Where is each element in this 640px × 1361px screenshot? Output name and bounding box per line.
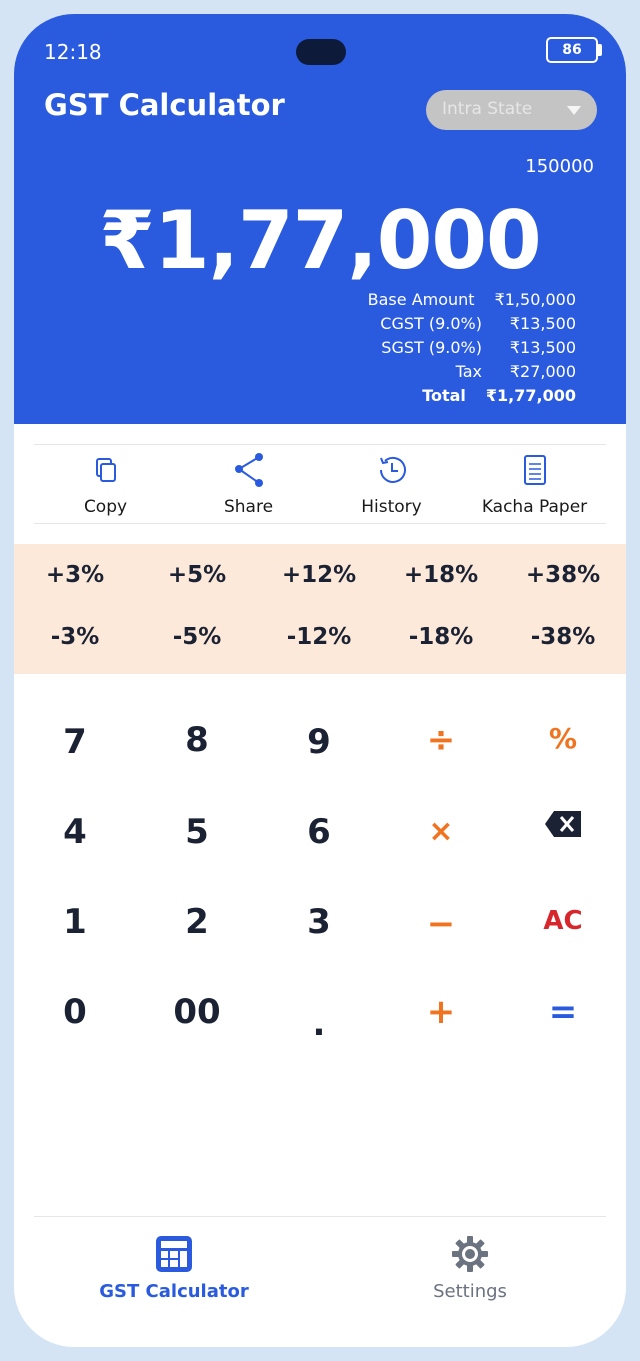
percent-sub-button[interactable]: -38% (502, 624, 624, 650)
key-1[interactable]: 1 (14, 902, 136, 942)
history-label: History (361, 497, 422, 517)
share-icon (234, 453, 263, 487)
breakdown-row-cgst: CGST (9.0%) ₹13,500 (368, 312, 576, 336)
breakdown-row-sgst: SGST (9.0%) ₹13,500 (368, 336, 576, 360)
chevron-down-icon (567, 106, 581, 115)
breakdown-value: ₹1,77,000 (485, 386, 576, 405)
key-5[interactable]: 5 (136, 812, 258, 852)
copy-button[interactable]: Copy (34, 445, 177, 523)
breakdown-label: Total (422, 386, 466, 405)
tab-label: GST Calculator (99, 1281, 249, 1302)
breakdown-label: Base Amount (367, 290, 475, 309)
tax-breakdown: Base Amount ₹1,50,000 CGST (9.0%) ₹13,50… (368, 288, 576, 408)
copy-icon (95, 458, 116, 482)
percent-add-button[interactable]: +38% (502, 562, 624, 588)
backspace-icon (545, 811, 581, 837)
add-button[interactable]: + (380, 992, 502, 1032)
history-icon (379, 456, 406, 483)
breakdown-row-tax: Tax ₹27,000 (368, 360, 576, 384)
percent-sub-button[interactable]: -5% (136, 624, 258, 650)
key-4[interactable]: 4 (14, 812, 136, 852)
equals-button[interactable]: = (502, 992, 624, 1032)
percent-sub-button[interactable]: -12% (258, 624, 380, 650)
key-00[interactable]: 00 (136, 992, 258, 1032)
breakdown-value: ₹27,000 (509, 362, 576, 381)
tab-settings[interactable]: Settings (380, 1235, 560, 1302)
clear-button[interactable]: AC (502, 906, 624, 936)
total-display: ₹1,77,000 (99, 194, 541, 287)
breakdown-row-base: Base Amount ₹1,50,000 (368, 288, 576, 312)
backspace-button[interactable] (502, 810, 624, 840)
key-0[interactable]: 0 (14, 992, 136, 1032)
multiply-button[interactable]: × (380, 814, 502, 849)
percent-sub-button[interactable]: -3% (14, 624, 136, 650)
divide-button[interactable]: ÷ (380, 720, 502, 760)
percent-add-button[interactable]: +3% (14, 562, 136, 588)
battery-tip (598, 44, 602, 56)
phone-screen: 12:18 86 GST Calculator Intra State 1500… (14, 14, 626, 1347)
subtract-button[interactable]: − (380, 904, 502, 944)
result-header: 12:18 86 GST Calculator Intra State 1500… (14, 14, 626, 424)
camera-notch (296, 39, 346, 65)
percent-button[interactable]: % (502, 722, 624, 755)
percent-add-button[interactable]: +5% (136, 562, 258, 588)
share-button[interactable]: Share (177, 445, 320, 523)
percent-sub-button[interactable]: -18% (380, 624, 502, 650)
breakdown-label: SGST (9.0%) (381, 338, 482, 357)
tab-gst-calculator[interactable]: GST Calculator (84, 1235, 264, 1302)
breakdown-value: ₹1,50,000 (494, 290, 576, 309)
app-title: GST Calculator (44, 88, 285, 122)
key-9[interactable]: 9 (258, 722, 380, 762)
key-8[interactable]: 8 (136, 720, 258, 760)
copy-label: Copy (83, 497, 128, 517)
key-7[interactable]: 7 (14, 722, 136, 762)
key-2[interactable]: 2 (136, 902, 258, 942)
tab-label: Settings (433, 1281, 507, 1302)
key-3[interactable]: 3 (258, 902, 380, 942)
breakdown-label: CGST (9.0%) (380, 314, 482, 333)
key-6[interactable]: 6 (258, 812, 380, 852)
breakdown-value: ₹13,500 (509, 314, 576, 333)
mode-dropdown-value: Intra State (442, 99, 533, 119)
percent-add-button[interactable]: +18% (380, 562, 502, 588)
action-bar: Copy Share History Kacha Paper (34, 444, 606, 524)
mode-dropdown[interactable]: Intra State (426, 90, 597, 130)
document-icon (523, 455, 546, 485)
calculator-icon (156, 1236, 192, 1272)
bottom-tab-bar: GST Calculator Settings (34, 1216, 606, 1347)
decimal-button[interactable]: . (258, 1004, 380, 1044)
status-time: 12:18 (44, 40, 102, 64)
percent-add-button[interactable]: +12% (258, 562, 380, 588)
kacha-paper-button[interactable]: Kacha Paper (463, 445, 606, 523)
breakdown-value: ₹13,500 (509, 338, 576, 357)
gear-icon (452, 1236, 488, 1272)
history-button[interactable]: History (320, 445, 463, 523)
input-value: 150000 (525, 156, 594, 177)
breakdown-row-total: Total ₹1,77,000 (368, 384, 576, 408)
share-label: Share (223, 497, 274, 517)
battery-indicator: 86 (546, 37, 598, 63)
breakdown-label: Tax (455, 362, 482, 381)
percent-panel: +3% +5% +12% +18% +38% -3% -5% -12% -18%… (14, 544, 626, 674)
kacha-paper-label: Kacha Paper (481, 497, 588, 517)
